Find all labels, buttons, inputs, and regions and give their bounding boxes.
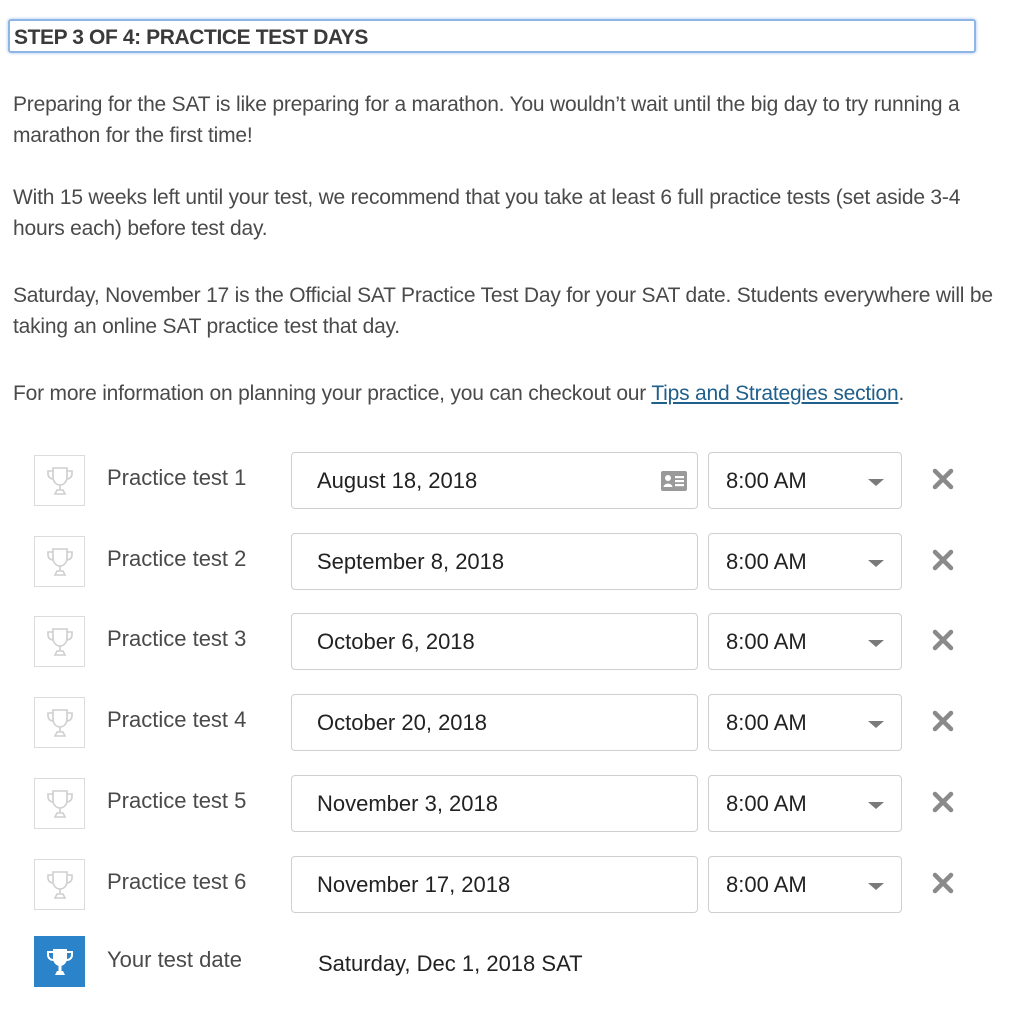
test-date-label: Your test date (107, 947, 242, 972)
time-value: 8:00 AM (726, 709, 807, 735)
remove-test-button[interactable] (930, 870, 956, 896)
time-select[interactable]: 8:00 AM (708, 533, 902, 590)
trophy-icon (34, 697, 85, 748)
practice-test-row-6: Practice test 6 November 17, 2018 8:00 A… (0, 856, 1024, 916)
close-icon (932, 629, 954, 651)
chevron-down-icon (868, 640, 884, 647)
chevron-down-icon (868, 802, 884, 809)
chevron-down-icon (868, 560, 884, 567)
remove-test-button[interactable] (930, 789, 956, 815)
date-picker-field[interactable]: October 6, 2018 (291, 613, 698, 670)
step-header: STEP 3 OF 4: PRACTICE TEST DAYS (8, 19, 976, 53)
practice-test-label: Practice test 3 (107, 626, 247, 651)
remove-test-button[interactable] (930, 708, 956, 734)
date-picker-field[interactable]: August 18, 2018 (291, 452, 698, 509)
practice-test-row-3: Practice test 3 October 6, 2018 8:00 AM (0, 613, 1024, 673)
time-select[interactable]: 8:00 AM (708, 613, 902, 670)
practice-test-label: Practice test 5 (107, 788, 247, 813)
date-picker-field[interactable]: November 17, 2018 (291, 856, 698, 913)
date-picker-field[interactable]: November 3, 2018 (291, 775, 698, 832)
practice-test-label: Practice test 2 (107, 546, 247, 571)
time-value: 8:00 AM (726, 628, 807, 654)
close-icon (932, 468, 954, 490)
date-picker-field[interactable]: September 8, 2018 (291, 533, 698, 590)
remove-test-button[interactable] (930, 466, 956, 492)
practice-test-label: Practice test 6 (107, 869, 247, 894)
time-value: 8:00 AM (726, 548, 807, 574)
time-value: 8:00 AM (726, 790, 807, 816)
remove-test-button[interactable] (930, 627, 956, 653)
date-value: August 18, 2018 (317, 467, 478, 493)
more-info-text: For more information on planning your pr… (13, 382, 652, 405)
practice-test-row-5: Practice test 5 November 3, 2018 8:00 AM (0, 775, 1024, 835)
trophy-icon (34, 616, 85, 667)
close-icon (932, 791, 954, 813)
practice-test-row-4: Practice test 4 October 20, 2018 8:00 AM (0, 694, 1024, 754)
date-value: November 3, 2018 (317, 790, 498, 816)
trophy-icon (34, 936, 85, 987)
time-select[interactable]: 8:00 AM (708, 856, 902, 913)
date-value: October 6, 2018 (317, 628, 475, 654)
date-value: November 17, 2018 (317, 871, 511, 897)
trophy-icon (34, 778, 85, 829)
trophy-icon (34, 536, 85, 587)
trophy-icon (34, 859, 85, 910)
contact-card-icon[interactable] (660, 470, 688, 498)
test-date-value: Saturday, Dec 1, 2018 SAT (318, 951, 583, 976)
practice-test-label: Practice test 4 (107, 707, 247, 732)
time-select[interactable]: 8:00 AM (708, 452, 902, 509)
more-info-paragraph: For more information on planning your pr… (13, 378, 1003, 409)
close-icon (932, 872, 954, 894)
chevron-down-icon (868, 721, 884, 728)
tips-strategies-link[interactable]: Tips and Strategies section (651, 382, 898, 405)
more-info-period: . (898, 382, 905, 405)
practice-test-row-1: Practice test 1 August 18, 2018 8:00 AM (0, 452, 1024, 512)
practice-test-row-2: Practice test 2 September 8, 2018 8:00 A… (0, 533, 1024, 593)
date-value: October 20, 2018 (317, 709, 488, 735)
recommendation-paragraph: With 15 weeks left until your test, we r… (13, 186, 961, 240)
practice-test-label: Practice test 1 (107, 465, 247, 490)
time-select[interactable]: 8:00 AM (708, 775, 902, 832)
close-icon (932, 549, 954, 571)
chevron-down-icon (868, 883, 884, 890)
step-title: STEP 3 OF 4: PRACTICE TEST DAYS (14, 26, 369, 49)
chevron-down-icon (868, 479, 884, 486)
time-select[interactable]: 8:00 AM (708, 694, 902, 751)
close-icon (932, 710, 954, 732)
date-picker-field[interactable]: October 20, 2018 (291, 694, 698, 751)
intro-paragraph: Preparing for the SAT is like preparing … (13, 93, 960, 147)
time-value: 8:00 AM (726, 467, 807, 493)
remove-test-button[interactable] (930, 547, 956, 573)
official-test-day-paragraph: Saturday, November 17 is the Official SA… (13, 284, 993, 338)
trophy-icon (34, 455, 85, 506)
date-value: September 8, 2018 (317, 548, 505, 574)
time-value: 8:00 AM (726, 871, 807, 897)
test-date-row: Your test date Saturday, Dec 1, 2018 SAT (0, 936, 1024, 996)
